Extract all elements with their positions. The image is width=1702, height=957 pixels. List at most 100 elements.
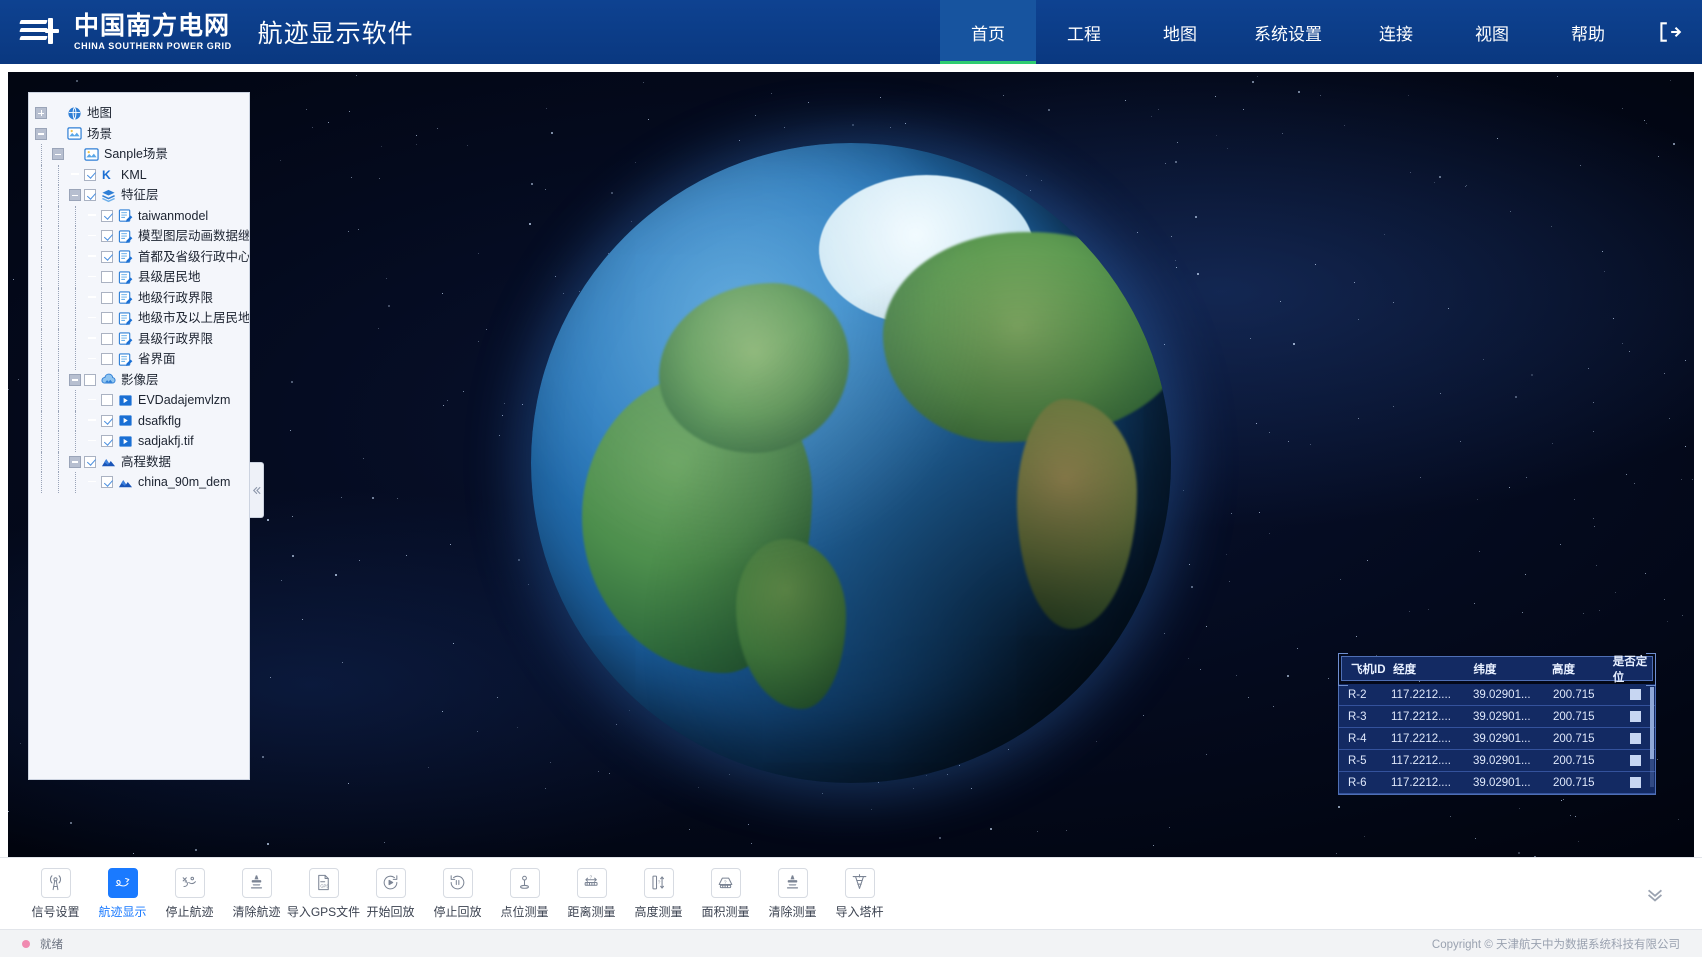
table-cell-lat: 39.02901... [1473, 711, 1553, 723]
tree-node[interactable]: 首都及省级行政中心 [35, 247, 245, 268]
tree-checkbox[interactable] [101, 312, 113, 324]
tool-button-1[interactable]: 航迹显示 [89, 868, 156, 920]
tree-checkbox[interactable] [101, 353, 113, 365]
tree-node[interactable]: 地级行政界限 [35, 288, 245, 309]
tool-button-10[interactable]: ?面积测量 [692, 868, 759, 920]
tree-node[interactable]: 高程数据 [35, 452, 245, 473]
nav-item-0[interactable]: 首页 [940, 0, 1036, 64]
tree-node[interactable]: 省界面 [35, 349, 245, 370]
aircraft-track-table[interactable]: 飞机ID经度纬度高度是否定位 R-2117.2212....39.02901..… [1338, 653, 1656, 795]
tree-node[interactable]: taiwanmodel [35, 206, 245, 227]
tree-expander-minus-icon[interactable] [35, 128, 47, 140]
tree-checkbox[interactable] [84, 189, 96, 201]
toolbar-collapse-button[interactable] [1644, 883, 1680, 905]
tree-guide-line [41, 472, 42, 493]
tool-button-label: 停止航迹 [165, 903, 213, 920]
tree-expander-minus-icon[interactable] [52, 148, 64, 160]
tree-expander-minus-icon[interactable] [69, 189, 81, 201]
tree-node[interactable]: EVDadajemvlzm [35, 390, 245, 411]
tree-node-label: Sanple场景 [104, 144, 168, 164]
tree-node[interactable]: 影像层 [35, 370, 245, 391]
tree-node[interactable]: 模型图层动画数据继 [35, 226, 245, 247]
table-column-header[interactable]: 纬度 [1474, 661, 1552, 677]
tree-checkbox[interactable] [101, 333, 113, 345]
table-row[interactable]: R-5117.2212....39.02901...200.715 [1339, 750, 1655, 772]
clear-track-icon [242, 868, 272, 898]
tree-expander-minus-icon[interactable] [69, 456, 81, 468]
table-column-header[interactable]: 飞机ID [1342, 661, 1393, 677]
tree-guide-line [41, 185, 42, 206]
tree-node[interactable]: 特征层 [35, 185, 245, 206]
map-stage[interactable]: 地图场景Sanple场景KKML特征层taiwanmodel模型图层动画数据继首… [8, 72, 1694, 857]
table-scrollbar[interactable] [1650, 687, 1654, 787]
tree-expander-plus-icon[interactable] [35, 107, 47, 119]
status-text: 就绪 [40, 936, 63, 952]
tree-checkbox[interactable] [101, 394, 113, 406]
tree-node[interactable]: KKML [35, 165, 245, 186]
layer-tree-panel[interactable]: 地图场景Sanple场景KKML特征层taiwanmodel模型图层动画数据继首… [28, 92, 250, 780]
tree-guide-line [75, 472, 76, 493]
table-column-header[interactable]: 是否定位 [1613, 653, 1652, 685]
tree-checkbox[interactable] [84, 456, 96, 468]
logout-button[interactable] [1636, 0, 1702, 64]
table-row[interactable]: R-4117.2212....39.02901...200.715 [1339, 728, 1655, 750]
tree-guide-line [41, 411, 42, 432]
tree-node[interactable]: sadjakfj.tif [35, 431, 245, 452]
table-row[interactable]: R-3117.2212....39.02901...200.715 [1339, 706, 1655, 728]
tree-node[interactable]: dsafkflg [35, 411, 245, 432]
tree-node[interactable]: china_90m_dem [35, 472, 245, 493]
nav-item-1[interactable]: 工程 [1036, 0, 1132, 64]
tree-node[interactable]: 场景 [35, 124, 245, 145]
tool-button-2[interactable]: 停止航迹 [156, 868, 223, 920]
tree-node[interactable]: 地图 [35, 103, 245, 124]
table-row[interactable]: R-6117.2212....39.02901...200.715 [1339, 772, 1655, 794]
tool-button-5[interactable]: 开始回放 [357, 868, 424, 920]
tool-button-0[interactable]: 信号设置 [22, 868, 89, 920]
tool-button-9[interactable]: ?高度测量 [625, 868, 692, 920]
tree-checkbox[interactable] [101, 292, 113, 304]
nav-item-5[interactable]: 视图 [1444, 0, 1540, 64]
tree-node[interactable]: 地级市及以上居民地 [35, 308, 245, 329]
tool-button-6[interactable]: 停止回放 [424, 868, 491, 920]
table-cell-located[interactable] [1615, 733, 1655, 744]
table-cell-located[interactable] [1615, 755, 1655, 766]
nav-item-2[interactable]: 地图 [1132, 0, 1228, 64]
tool-button-4[interactable]: GPS导入GPS文件 [290, 868, 357, 920]
table-row[interactable]: R-2117.2212....39.02901...200.715 [1339, 684, 1655, 706]
tree-guide-line [41, 370, 42, 391]
nav-item-6[interactable]: 帮助 [1540, 0, 1636, 64]
nav-item-4[interactable]: 连接 [1348, 0, 1444, 64]
tree-checkbox[interactable] [101, 476, 113, 488]
tool-button-11[interactable]: 清除测量 [759, 868, 826, 920]
tree-checkbox[interactable] [101, 271, 113, 283]
layer-tree[interactable]: 地图场景Sanple场景KKML特征层taiwanmodel模型图层动画数据继首… [29, 93, 249, 497]
tool-button-12[interactable]: 导入塔杆 [826, 868, 893, 920]
tree-checkbox[interactable] [101, 415, 113, 427]
table-cell-located[interactable] [1615, 711, 1655, 722]
tree-node[interactable]: 县级居民地 [35, 267, 245, 288]
table-body[interactable]: R-2117.2212....39.02901...200.715R-3117.… [1338, 684, 1656, 795]
tree-checkbox[interactable] [101, 435, 113, 447]
table-column-header[interactable]: 高度 [1552, 661, 1613, 677]
tree-checkbox[interactable] [84, 169, 96, 181]
tree-checkbox[interactable] [101, 251, 113, 263]
tree-node[interactable]: 县级行政界限 [35, 329, 245, 350]
tree-spacer [86, 476, 98, 488]
nav-item-3[interactable]: 系统设置 [1228, 0, 1348, 64]
panel-collapse-handle[interactable] [250, 462, 264, 518]
tool-button-3[interactable]: 清除航迹 [223, 868, 290, 920]
tree-expander-minus-icon[interactable] [69, 374, 81, 386]
main-nav: 首页工程地图系统设置连接视图帮助 [940, 0, 1636, 64]
table-cell-located[interactable] [1615, 777, 1655, 788]
tree-node[interactable]: Sanple场景 [35, 144, 245, 165]
earth-globe[interactable] [531, 143, 1171, 783]
table-column-header[interactable]: 经度 [1393, 661, 1473, 677]
tree-checkbox[interactable] [101, 230, 113, 242]
height-measure-icon: ? [644, 868, 674, 898]
tree-guide-line [41, 165, 42, 186]
tree-checkbox[interactable] [84, 374, 96, 386]
table-cell-located[interactable] [1615, 689, 1655, 700]
tree-checkbox[interactable] [101, 210, 113, 222]
tool-button-8[interactable]: ?距离测量 [558, 868, 625, 920]
tool-button-7[interactable]: 点位测量 [491, 868, 558, 920]
